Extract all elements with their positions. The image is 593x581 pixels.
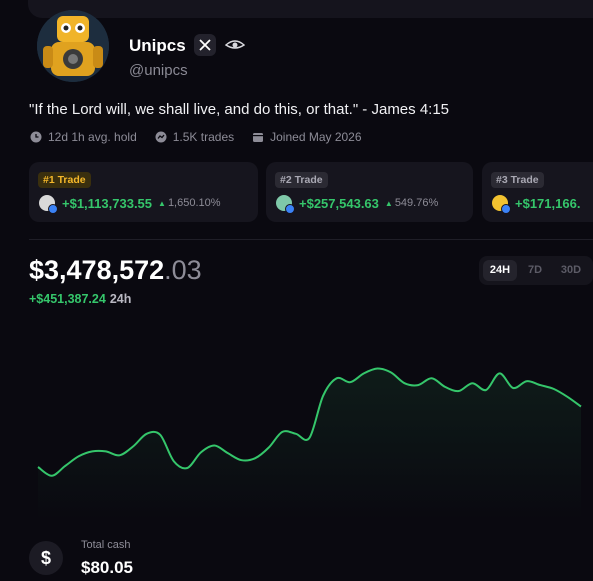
cash-value: $80.05: [81, 558, 133, 577]
up-triangle-icon: ▲: [158, 199, 166, 208]
range-24h-button[interactable]: 24H: [483, 260, 517, 281]
token-icon: [276, 195, 295, 214]
portfolio-value-cents: .03: [164, 255, 202, 285]
trade-percent-value: 1,650.10%: [167, 197, 221, 209]
eye-icon: [224, 40, 246, 49]
trade-card-3[interactable]: #3 Trade +$171,166.: [482, 162, 593, 222]
trade-rank-badge: #2 Trade: [275, 172, 328, 188]
range-30d-button[interactable]: 30D: [553, 260, 589, 281]
trade-percent: ▲ 549.76%: [385, 197, 438, 209]
trades-label: 1.5K trades: [172, 130, 235, 144]
trade-profit: +$1,113,733.55: [62, 195, 153, 211]
trade-rank-badge: #3 Trade: [491, 172, 544, 188]
profile-bio: "If the Lord will, we shall live, and do…: [29, 101, 450, 118]
portfolio-chart: [37, 367, 582, 520]
portfolio-change-period: 24h: [109, 292, 132, 306]
trade-profit: +$171,166.: [515, 195, 581, 211]
profile-handle: @unipcs: [129, 62, 188, 79]
portfolio-change: +$451,387.24 24h: [29, 292, 131, 306]
chart-area-fill: [38, 368, 581, 520]
trades-icon: [155, 131, 167, 143]
up-triangle-icon: ▲: [384, 199, 393, 208]
avatar[interactable]: [37, 10, 109, 82]
portfolio-change-amount: +$451,387.24: [29, 292, 106, 306]
trade-profit: +$257,543.63: [299, 195, 379, 211]
x-social-button[interactable]: [194, 34, 216, 56]
calendar-icon: [253, 133, 264, 142]
time-range-selector: 24H 7D 30D: [479, 256, 593, 285]
portfolio-value: $3,478,572.03: [29, 255, 202, 286]
verified-icon: [501, 204, 511, 214]
trade-rank-badge: #1 Trade: [38, 172, 91, 188]
trade-percent: ▲ 1,650.10%: [158, 197, 221, 209]
verified-icon: [48, 204, 58, 214]
verified-icon: [285, 204, 295, 214]
dollar-icon: $: [29, 541, 63, 575]
joined-stat: Joined May 2026: [252, 130, 362, 144]
watch-button[interactable]: [224, 38, 246, 52]
section-divider: [29, 239, 593, 240]
trade-card-2[interactable]: #2 Trade +$257,543.63 ▲ 549.76%: [266, 162, 473, 222]
token-icon: [39, 195, 58, 214]
portfolio-value-main: $3,478,572: [29, 255, 165, 285]
robot-avatar-image: [37, 10, 109, 82]
avg-hold-stat: 12d 1h avg. hold: [30, 130, 137, 144]
profile-name: Unipcs: [129, 36, 186, 55]
avg-hold-label: 12d 1h avg. hold: [48, 130, 137, 144]
token-icon: [492, 195, 511, 214]
trade-percent-value: 549.76%: [394, 197, 439, 209]
joined-label: Joined May 2026: [270, 130, 362, 144]
range-7d-button[interactable]: 7D: [520, 260, 550, 281]
cash-label: Total cash: [81, 539, 131, 551]
clock-icon: [30, 131, 42, 143]
trades-stat: 1.5K trades: [155, 130, 234, 144]
trade-card-1[interactable]: #1 Trade +$1,113,733.55 ▲ 1,650.10%: [29, 162, 258, 222]
profile-stats: 12d 1h avg. hold 1.5K trades Joined May …: [30, 130, 380, 144]
x-logo-icon: [199, 39, 211, 51]
top-trades-row: #1 Trade +$1,113,733.55 ▲ 1,650.10% #2 Tr…: [29, 162, 593, 222]
top-panel-edge: [28, 0, 593, 18]
